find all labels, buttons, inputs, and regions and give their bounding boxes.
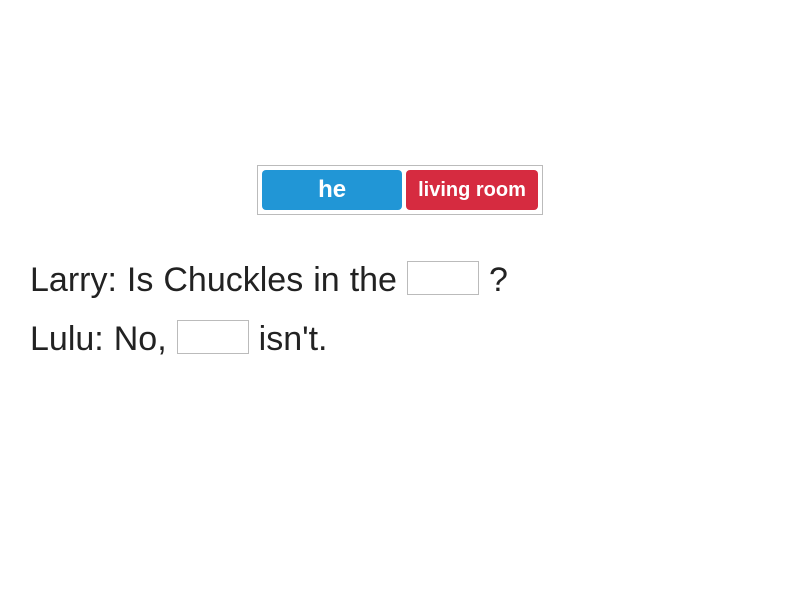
drop-target-1[interactable] xyxy=(407,261,479,295)
word-bank: he living room xyxy=(257,165,543,215)
sentence-line-2: Lulu: No, isn't. xyxy=(30,314,770,365)
speaker-label: Lulu: xyxy=(30,314,104,365)
sentence-line-1: Larry: Is Chuckles in the ? xyxy=(30,255,770,306)
word: Is xyxy=(127,255,153,306)
drop-target-2[interactable] xyxy=(177,320,249,354)
word: the xyxy=(350,255,397,306)
word-tile-he[interactable]: he xyxy=(262,170,402,210)
exercise-container: he living room Larry: Is Chuckles in the… xyxy=(0,0,800,600)
word: isn't. xyxy=(259,314,328,365)
word: Chuckles xyxy=(163,255,303,306)
word: No, xyxy=(114,314,167,365)
speaker-label: Larry: xyxy=(30,255,117,306)
punctuation: ? xyxy=(489,255,508,306)
sentence-area: Larry: Is Chuckles in the ? Lulu: No, is… xyxy=(0,255,800,373)
word: in xyxy=(313,255,339,306)
word-tile-living-room[interactable]: living room xyxy=(406,170,538,210)
